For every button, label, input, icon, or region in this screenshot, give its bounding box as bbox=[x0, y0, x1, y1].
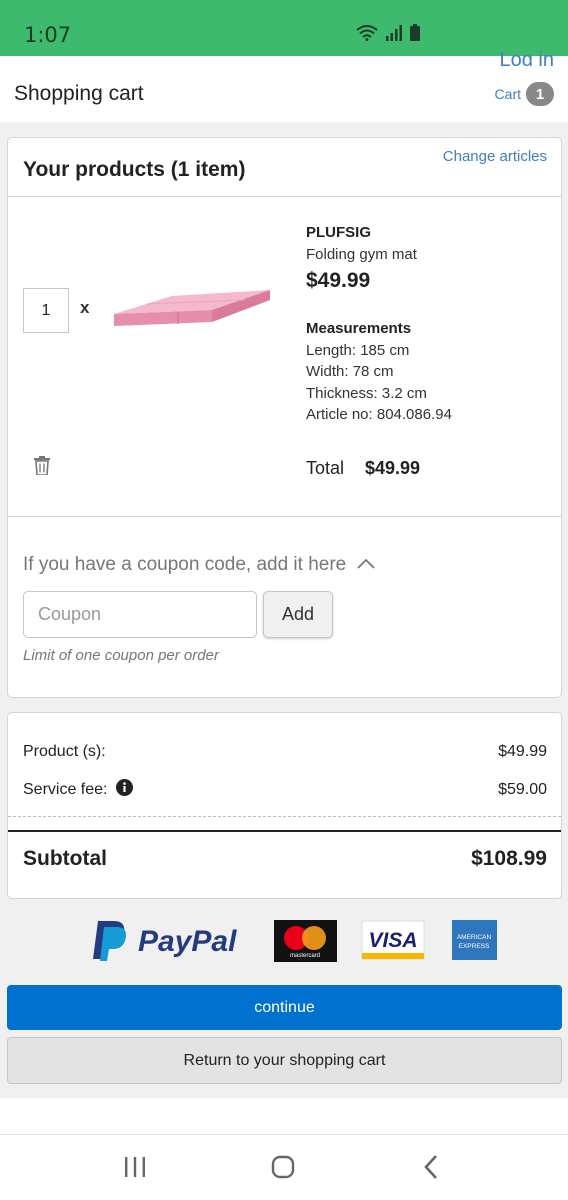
product-brand: PLUFSIG bbox=[306, 224, 372, 241]
measurements-title: Measurements bbox=[306, 320, 412, 337]
chevron-up-icon bbox=[356, 554, 376, 576]
total-divider bbox=[8, 830, 561, 832]
navigation-bar bbox=[0, 1134, 568, 1200]
svg-text:PayPal: PayPal bbox=[138, 925, 237, 958]
divider bbox=[8, 516, 561, 517]
products-row: Product (s): $49.99 bbox=[23, 743, 547, 761]
cart-count-badge: 1 bbox=[526, 82, 554, 106]
svg-text:AMERICAN: AMERICAN bbox=[457, 934, 492, 941]
dashed-divider bbox=[8, 816, 561, 817]
paypal-logo: PayPal bbox=[93, 921, 237, 961]
header: Log in Shopping cart Cart 1 bbox=[0, 49, 568, 122]
svg-text:EXPRESS: EXPRESS bbox=[459, 943, 490, 950]
service-fee-label: Service fee: bbox=[23, 781, 108, 798]
coupon-title: If you have a coupon code, add it here bbox=[23, 554, 347, 575]
products-title: Your products (1 item) bbox=[23, 158, 246, 181]
status-icons bbox=[356, 24, 420, 41]
return-to-cart-button[interactable]: Return to your shopping cart bbox=[7, 1037, 562, 1084]
cart-label: Cart bbox=[494, 86, 521, 102]
battery-icon bbox=[410, 24, 420, 41]
item-total-value: $49.99 bbox=[365, 458, 421, 478]
product-description: Folding gym mat bbox=[306, 246, 417, 263]
change-articles-link[interactable]: Change articles bbox=[443, 148, 547, 165]
coupon-input[interactable] bbox=[23, 591, 257, 638]
login-link[interactable]: Log in bbox=[500, 46, 555, 66]
quantity-field[interactable]: 1 bbox=[23, 288, 69, 333]
article-number: Article no: 804.086.94 bbox=[306, 406, 452, 423]
service-fee-row: Service fee: $59.00 bbox=[23, 779, 547, 801]
cart-link[interactable]: Cart 1 bbox=[495, 82, 554, 106]
service-fee-value: $59.00 bbox=[498, 781, 547, 798]
trash-icon[interactable] bbox=[34, 456, 50, 480]
visa-logo: VISA bbox=[361, 920, 425, 960]
subtotal-row: Subtotal $108.99 bbox=[23, 847, 547, 871]
coupon-note: Limit of one coupon per order bbox=[23, 647, 219, 664]
products-value: $49.99 bbox=[498, 743, 547, 760]
continue-button[interactable]: continue bbox=[7, 985, 562, 1030]
item-total-label: Total bbox=[306, 458, 345, 478]
divider bbox=[8, 196, 561, 197]
product-image bbox=[112, 284, 272, 339]
product-price: $49.99 bbox=[306, 269, 371, 292]
payment-logos: PayPal mastercard VISA AMERICAN EXPRESS bbox=[92, 917, 502, 963]
recent-apps-icon[interactable] bbox=[123, 1156, 147, 1183]
home-icon[interactable] bbox=[271, 1155, 295, 1184]
info-icon[interactable] bbox=[115, 779, 133, 801]
wifi-icon bbox=[356, 25, 378, 41]
measurement-width: Width: 78 cm bbox=[306, 363, 394, 380]
svg-text:VISA: VISA bbox=[368, 929, 417, 952]
coupon-toggle[interactable]: If you have a coupon code, add it here bbox=[23, 554, 376, 576]
page-title: Shopping cart bbox=[14, 82, 144, 105]
mastercard-logo: mastercard bbox=[274, 920, 337, 962]
summary-card: Product (s): $49.99 Service fee: $59.00 … bbox=[7, 712, 562, 899]
status-bar: 1:07 bbox=[0, 0, 568, 56]
status-time: 1:07 bbox=[24, 23, 72, 47]
subtotal-label: Subtotal bbox=[23, 847, 107, 870]
products-label: Product (s): bbox=[23, 743, 106, 760]
measurement-thickness: Thickness: 3.2 cm bbox=[306, 385, 427, 402]
products-card: Your products (1 item) Change articles 1… bbox=[7, 137, 562, 698]
subtotal-value: $108.99 bbox=[471, 847, 547, 870]
measurement-length: Length: 185 cm bbox=[306, 342, 410, 359]
times-sign: x bbox=[80, 298, 90, 317]
back-icon[interactable] bbox=[423, 1154, 439, 1185]
amex-logo: AMERICAN EXPRESS bbox=[452, 920, 497, 960]
signal-icon bbox=[386, 25, 402, 41]
svg-text:mastercard: mastercard bbox=[290, 953, 320, 959]
add-coupon-button[interactable]: Add bbox=[263, 591, 333, 638]
